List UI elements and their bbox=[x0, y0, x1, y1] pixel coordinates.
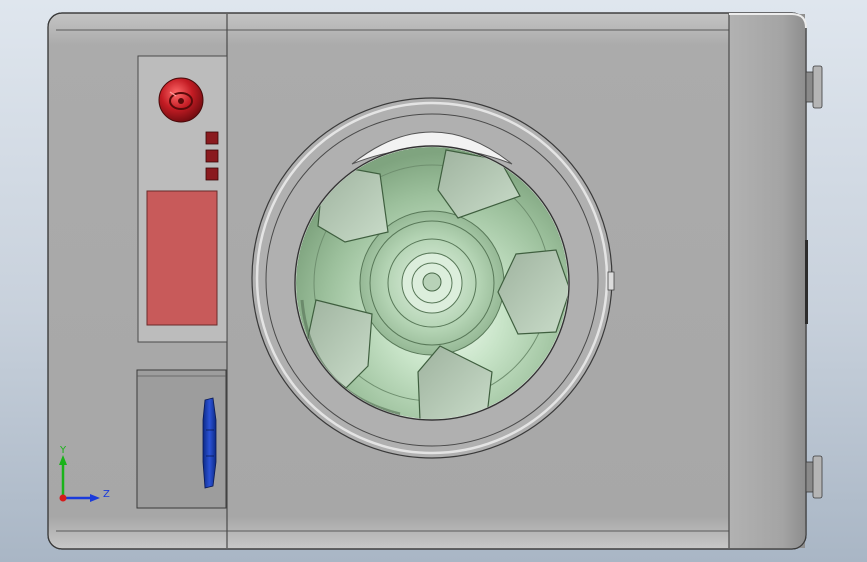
washing-machine-model[interactable] bbox=[47, 12, 823, 550]
side-vent bbox=[805, 240, 808, 324]
lower-side-fitting bbox=[805, 455, 823, 499]
drawer-handle[interactable] bbox=[202, 397, 217, 489]
program-knob[interactable] bbox=[158, 77, 204, 123]
indicator-light bbox=[205, 167, 219, 181]
right-side-panel bbox=[729, 14, 805, 548]
indicator-light bbox=[205, 131, 219, 145]
z-axis-label: Z bbox=[103, 489, 110, 500]
indicator-light bbox=[205, 149, 219, 163]
detergent-drawer[interactable] bbox=[136, 369, 227, 509]
indicator-lights bbox=[205, 131, 219, 181]
triad-origin-icon bbox=[59, 494, 67, 502]
upper-side-fitting bbox=[805, 65, 823, 109]
y-axis-label: Y bbox=[59, 445, 67, 456]
knob-center-icon bbox=[178, 98, 184, 104]
3d-viewport[interactable]: Y Z bbox=[0, 0, 867, 562]
door-assembly[interactable] bbox=[251, 97, 615, 459]
display-screen bbox=[146, 190, 218, 326]
door-latch[interactable] bbox=[607, 271, 615, 291]
control-panel[interactable] bbox=[137, 55, 228, 343]
drum-hub bbox=[422, 272, 442, 292]
